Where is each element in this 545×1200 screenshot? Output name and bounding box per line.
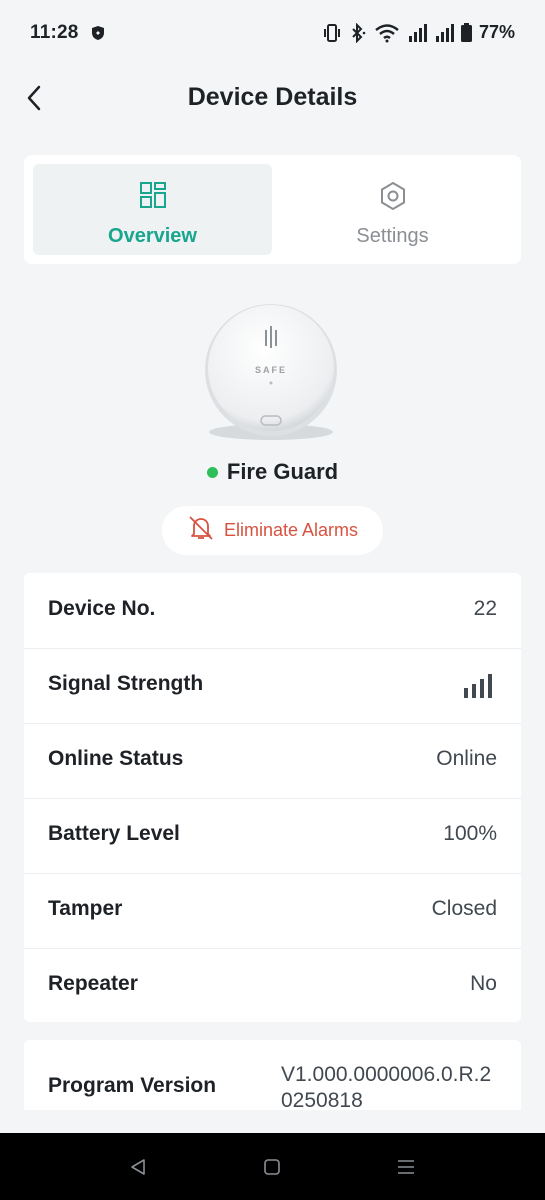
program-version-label: Program Version (48, 1074, 217, 1097)
wifi-icon (374, 23, 400, 43)
system-nav-bar (0, 1133, 545, 1200)
menu-lines-icon (398, 1160, 414, 1174)
row-label: Repeater (48, 972, 138, 995)
page-title: Device Details (187, 83, 358, 111)
device-info-list: Device No. 22 Signal Strength Online Sta… (24, 573, 521, 1022)
row-value: Closed (431, 897, 497, 920)
triangle-back-icon (131, 1159, 145, 1175)
status-time: 11:28 (30, 22, 79, 43)
hexagon-gear-icon (378, 181, 408, 216)
nav-recents-button[interactable] (391, 1153, 421, 1181)
tab-overview[interactable]: Overview (33, 164, 272, 255)
device-name: Fire Guard (226, 459, 339, 484)
device-brand-text: SAFE (255, 365, 287, 375)
status-bar: 11:28 77% (0, 0, 545, 66)
row-value: Online (436, 747, 497, 770)
shield-icon (91, 25, 105, 46)
list-item-repeater: Repeater No (24, 948, 521, 1023)
tab-bar: Overview Settings (24, 155, 521, 264)
grid-icon (139, 181, 167, 214)
row-value: No (470, 972, 497, 995)
device-image: SAFE (185, 300, 357, 450)
device-name-row: Fire Guard (0, 459, 545, 485)
battery-percent: 77% (478, 22, 515, 42)
vibrate-icon (322, 23, 342, 43)
tab-settings-label: Settings (356, 225, 429, 247)
header: Device Details (0, 66, 545, 132)
row-label: Device No. (48, 597, 156, 620)
nav-back-button[interactable] (123, 1153, 153, 1181)
battery-icon (460, 23, 472, 42)
row-value: 22 (473, 597, 497, 620)
list-item-online-status: Online Status Online (24, 723, 521, 799)
row-label: Signal Strength (48, 672, 204, 695)
row-label: Battery Level (48, 822, 180, 845)
row-label: Tamper (48, 897, 123, 920)
square-home-icon (264, 1159, 280, 1175)
program-version-value: V1.000.0000006.0.R.20250818 (281, 1063, 492, 1110)
row-value: 100% (443, 822, 497, 845)
online-status-dot (206, 466, 218, 478)
list-item-tamper: Tamper Closed (24, 873, 521, 949)
tab-settings[interactable]: Settings (273, 164, 512, 255)
list-item-signal-strength: Signal Strength (24, 648, 521, 724)
eliminate-alarms-label: Eliminate Alarms (223, 520, 359, 540)
program-version-card: Program Version V1.000.0000006.0.R.20250… (24, 1040, 521, 1110)
list-item-battery-level: Battery Level 100% (24, 798, 521, 874)
tab-overview-label: Overview (108, 225, 197, 247)
bell-off-icon (187, 514, 215, 547)
row-label: Online Status (48, 747, 184, 770)
cell-signal-2-icon (434, 23, 454, 42)
cell-signal-icon (407, 23, 427, 42)
eliminate-alarms-button[interactable]: Eliminate Alarms (162, 506, 383, 555)
list-item-device-no: Device No. 22 (24, 573, 521, 649)
nav-home-button[interactable] (257, 1153, 287, 1181)
status-icons: 77% (322, 22, 515, 43)
signal-bars-icon (464, 674, 494, 703)
bluetooth-icon (349, 22, 367, 43)
